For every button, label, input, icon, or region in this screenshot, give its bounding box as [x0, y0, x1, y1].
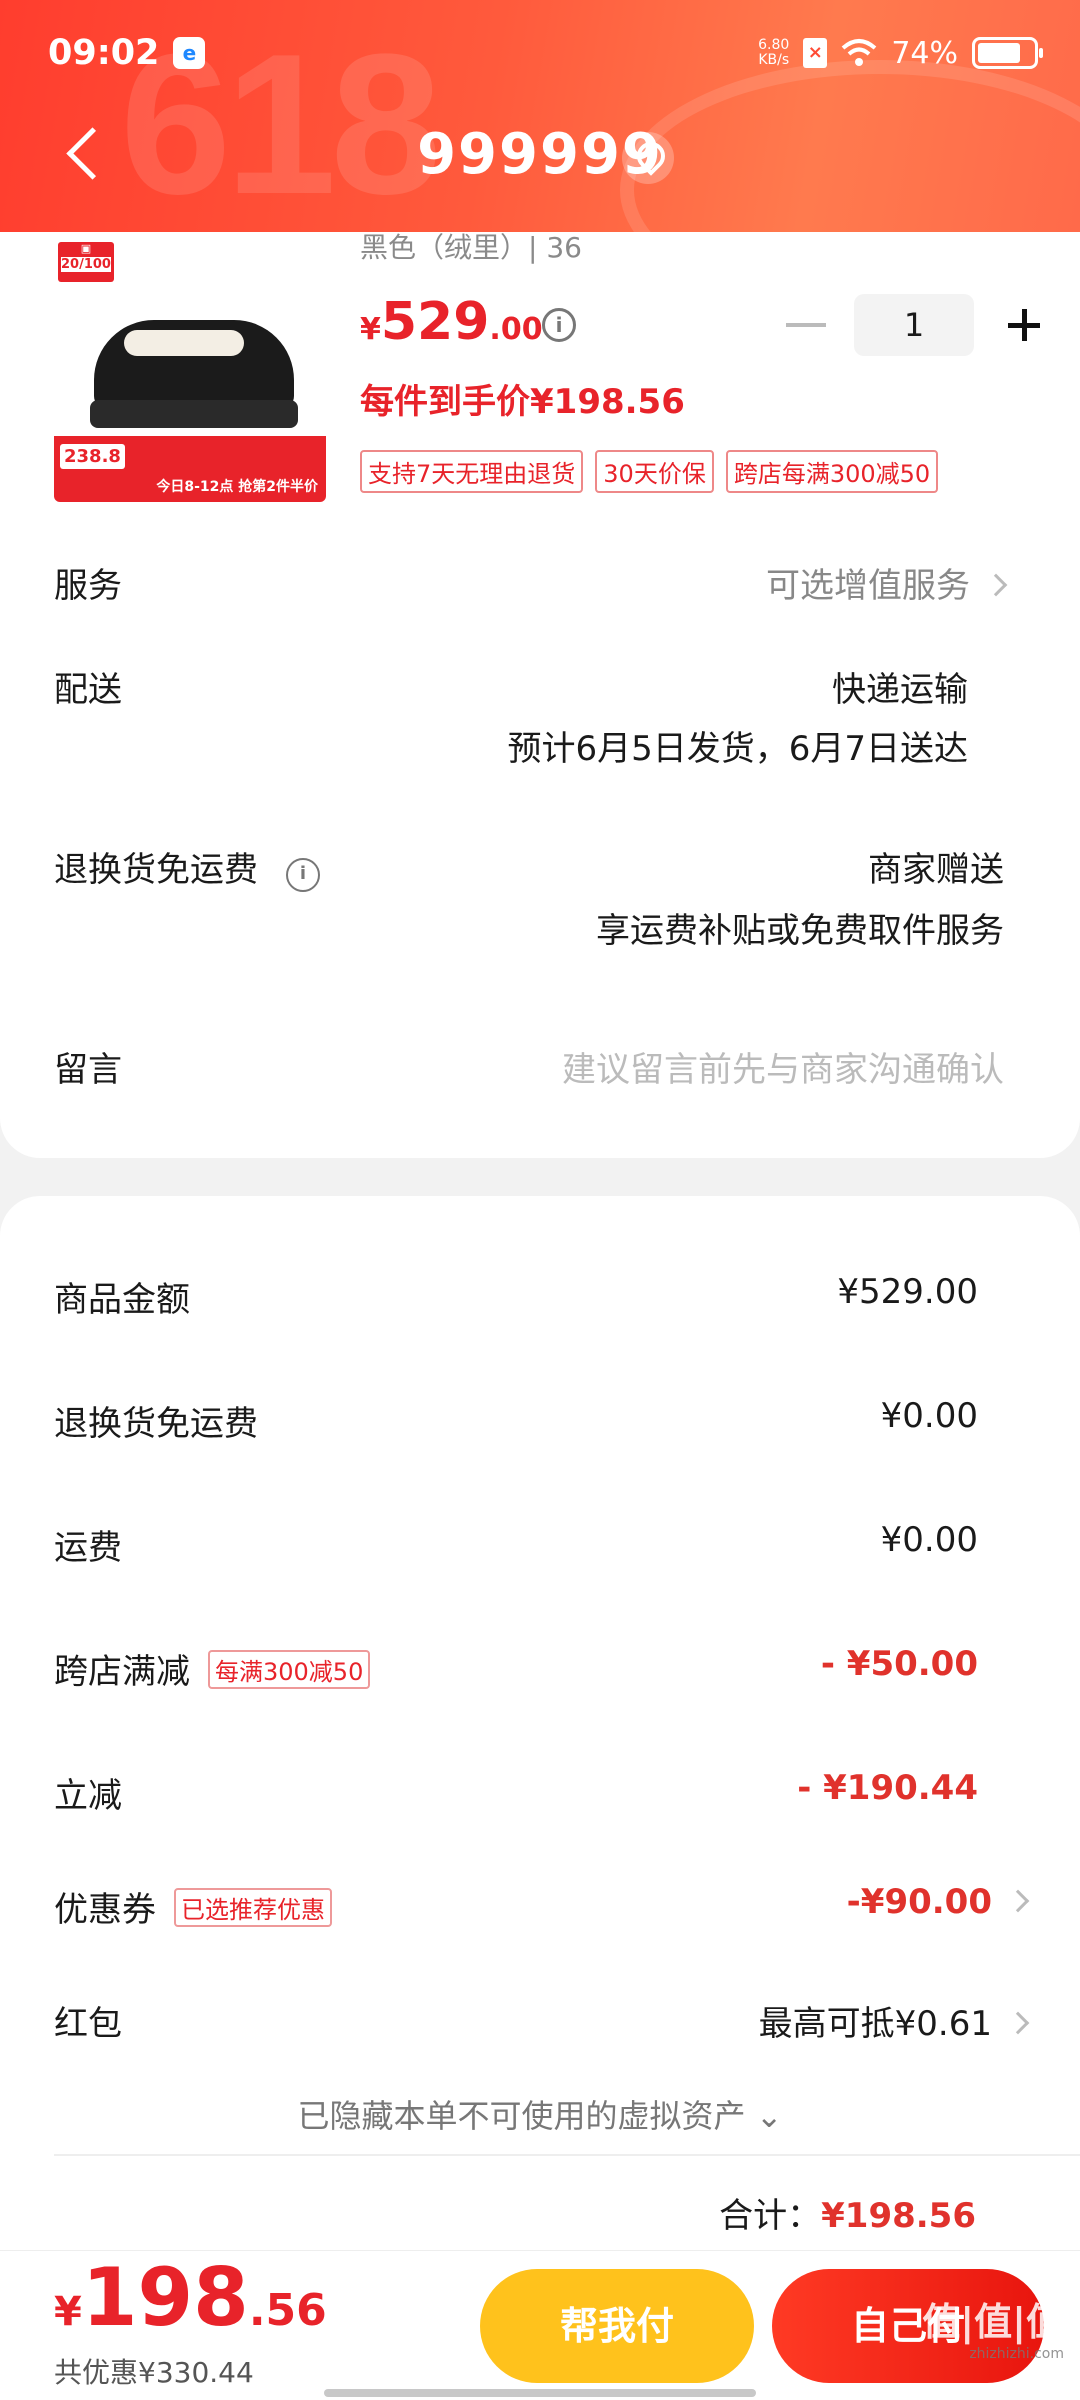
price-summary-card: 商品金额 ¥529.00 退换货免运费 ¥0.00 运费 ¥0.00 跨店满减每… [0, 1196, 1080, 2296]
total-saved: 共优惠¥330.44 [54, 2356, 254, 2389]
cross-store-label: 跨店满减 每满300减50 [54, 1644, 371, 1693]
divider [54, 2154, 1080, 2156]
network-speed: 6.80 KB/s [758, 38, 789, 68]
coupon-label-text: 优惠券 [54, 1890, 156, 1930]
instant-discount-label: 立减 [54, 1776, 122, 1816]
coupon-value: -¥90.00 [846, 1882, 1030, 1922]
increase-quantity-button[interactable] [992, 294, 1052, 356]
product-image[interactable]: ▣ 20/100 238.8 今日8-12点 抢第2件半价 [54, 240, 326, 502]
service-row[interactable]: 服务 可选增值服务 [54, 558, 1008, 618]
header: 618 09:02 e 6.80 KB/s × 74% 999999 [0, 0, 1080, 232]
return-fee-value: 商家赠送 享运费补贴或免费取件服务 [596, 842, 1004, 952]
shipping-label: 运费 [54, 1528, 122, 1568]
coupon-badge: 已选推荐优惠 [174, 1888, 332, 1927]
return-fee-label-text: 退换货免运费 [54, 850, 258, 890]
decrease-quantity-button[interactable] [786, 323, 826, 327]
service-value: 可选增值服务 [766, 558, 1008, 607]
status-bar: 09:02 e 6.80 KB/s × 74% [48, 28, 1043, 78]
sim-icon: × [803, 38, 828, 68]
battery-percent: 74% [891, 35, 958, 71]
app-notification-icon: e [173, 37, 206, 69]
checkout-bar: ¥198.56 共优惠¥330.44 帮我付 自己付 值|值|值 zhizhizh… [0, 2250, 1080, 2400]
service-badges: 支持7天无理由退货 30天价保 跨店每满300减50 [360, 450, 939, 493]
product-image-banner: 238.8 今日8-12点 抢第2件半价 [54, 436, 326, 502]
network-speed-value: 6.80 [758, 37, 790, 53]
return-fee-summary-label: 退换货免运费 [54, 1404, 258, 1444]
cross-store-badge: 每满300减50 [208, 1650, 371, 1689]
shipping-value: ¥0.00 [880, 1520, 978, 1560]
red-packet-label: 红包 [54, 2004, 122, 2044]
chevron-right-icon [1006, 1889, 1030, 1912]
goods-amount-value: ¥529.00 [837, 1272, 978, 1312]
hidden-assets-toggle[interactable]: 已隐藏本单不可使用的虚拟资产 ⌄ [0, 2091, 1080, 2137]
return-fee-info-icon[interactable]: i [286, 858, 320, 892]
chevron-right-icon [984, 573, 1008, 596]
red-packet-value: 最高可抵¥0.61 [758, 1996, 1030, 2045]
red-packet-value-text: 最高可抵¥0.61 [758, 2004, 992, 2044]
watermark-text: 值|值|值 [922, 2300, 1064, 2344]
delivery-label: 配送 [54, 670, 122, 710]
home-indicator[interactable] [324, 2389, 756, 2397]
delivery-value: 快递运输 预计6月5日发货，6月7日送达 [507, 662, 968, 770]
service-label: 服务 [54, 566, 122, 606]
price-integer: 529 [380, 292, 490, 352]
help-me-pay-button[interactable]: 帮我付 [480, 2269, 754, 2383]
message-row[interactable]: 留言 建议留言前先与商家沟通确认 [54, 1042, 1004, 1102]
product-price: ¥529.00 [360, 292, 543, 352]
return-fee-row: 退换货免运费 i 商家赠送 享运费补贴或免费取件服务 [54, 842, 1004, 952]
status-time: 09:02 [48, 33, 160, 73]
address-title[interactable]: 999999 [0, 122, 1080, 187]
cross-store-value: - ¥50.00 [820, 1644, 978, 1684]
location-icon[interactable] [622, 132, 674, 184]
pay-price-integer: 198 [81, 2251, 249, 2344]
price-info-icon[interactable]: i [542, 308, 576, 342]
order-total: 合计：¥198.56 [719, 2188, 976, 2237]
total-label: 合计： [719, 2196, 822, 2236]
product-image-tag-text: 20/100 [61, 257, 111, 272]
product-image-promo-text: 今日8-12点 抢第2件半价 [156, 479, 318, 495]
quantity-input[interactable]: 1 [854, 294, 974, 356]
pay-price-decimal: .56 [248, 2285, 327, 2336]
product-image-promo-price: 238.8 [60, 444, 125, 469]
nav-bar: 999999 [0, 110, 1080, 200]
message-input[interactable]: 建议留言前先与商家沟通确认 [562, 1042, 1004, 1091]
network-speed-unit: KB/s [758, 52, 790, 68]
chevron-down-icon: ⌄ [755, 2097, 783, 2135]
hidden-assets-text: 已隐藏本单不可使用的虚拟资产 [297, 2097, 746, 2135]
cross-store-label-text: 跨店满减 [54, 1652, 190, 1692]
shoe-graphic [94, 320, 294, 410]
goods-amount-label: 商品金额 [54, 1280, 190, 1320]
instant-discount-value: - ¥190.44 [797, 1768, 978, 1808]
return-fee-desc: 享运费补贴或免费取件服务 [596, 911, 1004, 951]
battery-icon [972, 37, 1043, 69]
delivery-method: 快递运输 [832, 670, 968, 710]
unit-final-price: 每件到手价¥198.56 [360, 382, 685, 422]
pay-price-symbol: ¥ [54, 2289, 82, 2335]
chevron-right-icon [1006, 2011, 1030, 2034]
product-sku[interactable]: 黑色（绒里）| 36 [360, 226, 582, 266]
watermark: 值|值|值 zhizhizhi.com [922, 2291, 1064, 2362]
product-image-tag: ▣ 20/100 [58, 242, 114, 282]
total-value: ¥198.56 [821, 2196, 976, 2236]
badge-7day-return: 支持7天无理由退货 [360, 450, 584, 493]
coupon-label: 优惠券 已选推荐优惠 [54, 1882, 332, 1931]
watermark-site: zhizhizhi.com [969, 2346, 1064, 2362]
message-label: 留言 [54, 1050, 122, 1090]
return-fee-status: 商家赠送 [868, 850, 1004, 890]
wifi-icon [841, 39, 877, 66]
badge-price-protect: 30天价保 [595, 450, 714, 493]
return-fee-summary-value: ¥0.00 [880, 1396, 978, 1436]
badge-cross-store: 跨店每满300减50 [725, 450, 939, 493]
coupon-value-text: -¥90.00 [846, 1882, 992, 1922]
price-symbol: ¥ [360, 312, 381, 347]
quantity-stepper: 1 [786, 294, 1052, 356]
delivery-estimate: 预计6月5日发货，6月7日送达 [507, 729, 968, 769]
order-detail-card: ▣ 20/100 238.8 今日8-12点 抢第2件半价 黑色（绒里）| 36 … [0, 180, 1080, 1158]
shoe-sole-graphic [90, 400, 298, 428]
delivery-row[interactable]: 配送 快递运输 预计6月5日发货，6月7日送达 [54, 662, 1004, 772]
return-fee-label: 退换货免运费 i [54, 842, 320, 894]
pay-price: ¥198.56 [54, 2251, 327, 2344]
service-value-text: 可选增值服务 [766, 566, 970, 606]
price-decimal: .00 [489, 312, 543, 347]
